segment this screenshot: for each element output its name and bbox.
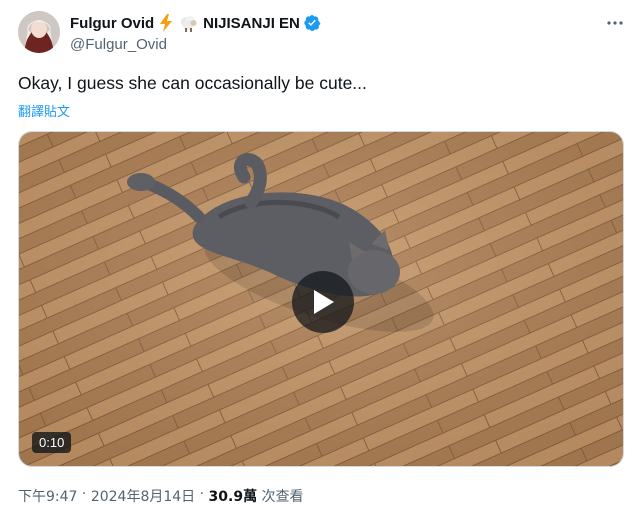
tweet-meta: 下午9:47 · 2024年8月14日 · 30.9萬 次查看	[18, 486, 304, 506]
tweet-text: Okay, I guess she can occasionally be cu…	[18, 73, 367, 93]
translate-post-link[interactable]: 翻譯貼文	[18, 101, 70, 120]
display-name[interactable]: Fulgur Ovid	[70, 15, 154, 32]
avatar[interactable]	[18, 11, 60, 53]
org-name[interactable]: NIJISANJI EN	[203, 15, 300, 32]
verified-badge-icon[interactable]	[303, 14, 321, 32]
tweet-time[interactable]: 下午9:47	[18, 486, 77, 506]
video-player[interactable]: 0:10	[18, 131, 624, 467]
tweet-date[interactable]: 2024年8月14日	[91, 486, 195, 506]
play-button[interactable]	[292, 271, 354, 333]
video-duration: 0:10	[32, 432, 72, 453]
author-name-row[interactable]: Fulgur Ovid NIJISANJI EN	[70, 13, 321, 33]
more-options-icon[interactable]	[604, 12, 626, 34]
views-count[interactable]: 30.9萬	[209, 486, 258, 506]
meta-separator: ·	[77, 486, 91, 502]
lightning-icon	[158, 14, 174, 32]
meta-separator: ·	[195, 486, 209, 502]
views-label: 次查看	[257, 489, 304, 505]
sheep-icon	[178, 14, 198, 32]
author-handle[interactable]: @Fulgur_Ovid	[70, 36, 167, 53]
